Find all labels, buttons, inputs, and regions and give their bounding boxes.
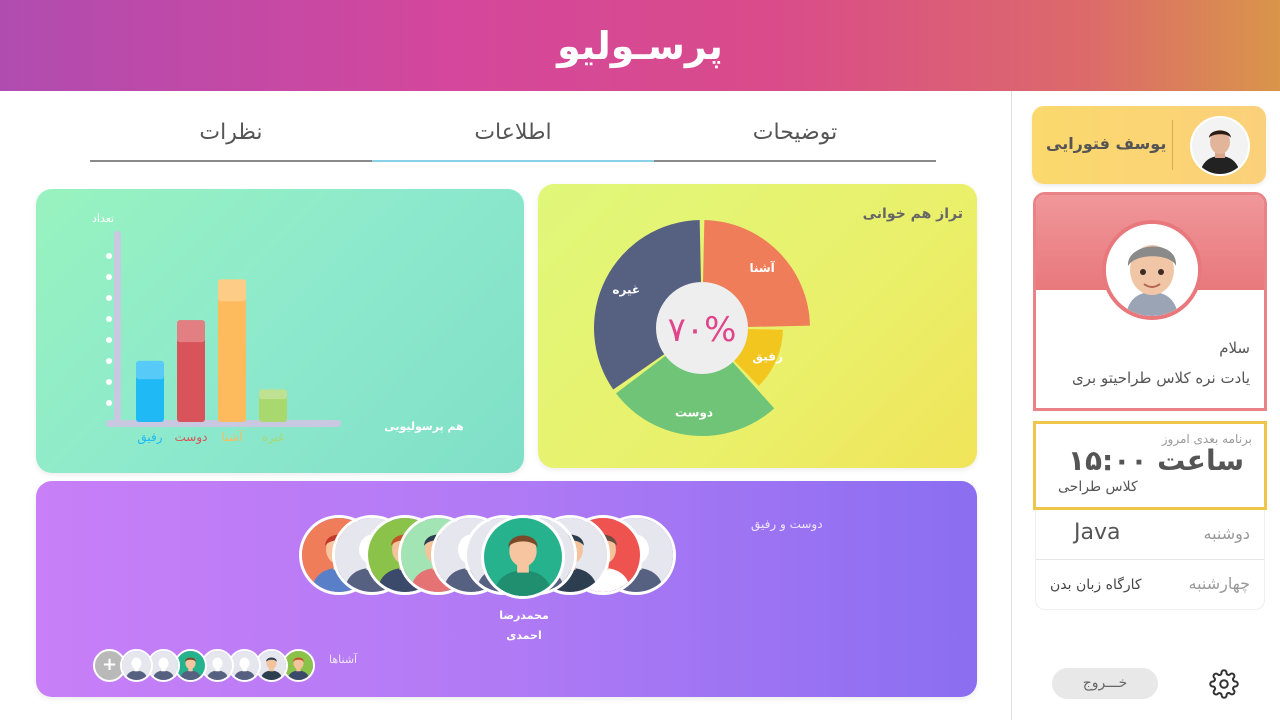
tab-description[interactable]: توضیحات	[654, 110, 936, 160]
pie-slice-label: غیره	[612, 282, 640, 296]
schedule-row: چهارشنبه کارگاه زبان بدن	[1036, 560, 1264, 610]
greeting-card: سلام یادت نره کلاس طراحیتو بری	[1033, 192, 1267, 411]
schedule-course: کارگاه زبان بدن	[1050, 577, 1142, 593]
memoji-avatar	[1102, 220, 1202, 320]
y-axis	[114, 231, 121, 427]
profile-card[interactable]: یوسف فتورایی	[1032, 106, 1266, 184]
pie-center-value: ۷۰%	[668, 310, 737, 350]
profile-name: یوسف فتورایی	[1046, 134, 1167, 153]
bar-chart: تعداد هم پرسولیویی رفیق دوست آشنا غیره	[92, 212, 464, 445]
profile-divider	[1172, 120, 1173, 170]
y-axis-tick	[106, 253, 112, 259]
selected-friend-first: محمدرضا	[499, 609, 549, 622]
gear-icon[interactable]	[1209, 669, 1239, 699]
bar-highlight	[218, 279, 246, 302]
pie-chart: ۷۰% آشنا رفیق دوست غیره	[594, 220, 810, 436]
selected-friend-last: احمدی	[506, 629, 542, 642]
bar-xlabel: هم پرسولیویی	[384, 420, 464, 433]
bar-highlight	[177, 320, 205, 343]
bar-chart-card: تعداد هم پرسولیویی رفیق دوست آشنا غیره	[36, 189, 524, 473]
y-axis-tick	[106, 316, 112, 322]
schedule-class: کلاس طراحی	[1058, 479, 1138, 495]
schedule-time: ساعت ۱۵:۰۰	[1067, 444, 1244, 477]
app-logo: پرسـولیو	[557, 23, 723, 68]
y-axis-tick	[106, 274, 112, 280]
x-tick-label: آشنا	[222, 429, 243, 444]
y-axis-tick	[106, 379, 112, 385]
tab-info[interactable]: اطلاعات	[372, 110, 654, 162]
acquaintances-label: آشناها	[329, 653, 358, 666]
y-axis-tick	[106, 400, 112, 406]
bar-ylabel: تعداد	[92, 212, 114, 225]
schedule-row: دوشنبه Java	[1036, 510, 1264, 560]
x-tick-label: رفیق	[137, 430, 162, 445]
x-tick-label: غیره	[262, 430, 285, 445]
next-class-box: برنامه بعدی امروز ساعت ۱۵:۰۰ کلاس طراحی	[1033, 421, 1267, 510]
bar-highlight	[259, 389, 287, 400]
y-axis-tick	[106, 358, 112, 364]
bar-highlight	[136, 360, 164, 380]
sidebar-divider	[1011, 91, 1012, 720]
tab-bar: توضیحات اطلاعات نظرات	[90, 110, 936, 162]
app-header: پرسـولیو	[0, 0, 1280, 91]
schedule-day: چهارشنبه	[1188, 574, 1250, 593]
selected-friend-avatar[interactable]	[481, 515, 565, 599]
y-axis-tick	[106, 295, 112, 301]
greeting-message: یادت نره کلاس طراحیتو بری	[1072, 369, 1250, 387]
tab-comments[interactable]: نظرات	[90, 110, 372, 160]
logout-button[interactable]: خـــروج	[1052, 668, 1158, 699]
schedule-course: Java	[1074, 520, 1121, 545]
pie-slice-label: آشنا	[749, 260, 775, 275]
avatar	[1190, 116, 1250, 176]
weekly-schedule: دوشنبه Java چهارشنبه کارگاه زبان بدن	[1035, 510, 1265, 610]
pie-slice-label: رفیق	[752, 349, 783, 363]
selected-friend-name: محمدرضا احمدی	[484, 606, 564, 646]
pie-chart-card: تراز هم خوانی ۷۰% آشنا رفیق دوست غیره	[538, 184, 977, 468]
greeting-hello: سلام	[1219, 339, 1250, 357]
friends-card: دوست و رفیق محمدرضا احمدی + آشناها	[36, 481, 977, 697]
friends-label: دوست و رفیق	[751, 517, 823, 531]
y-axis-tick	[106, 337, 112, 343]
x-tick-label: دوست	[175, 430, 208, 445]
pie-slice-label: دوست	[675, 406, 713, 421]
acquaintance-avatar[interactable]	[120, 649, 153, 682]
schedule-day: دوشنبه	[1203, 524, 1251, 543]
